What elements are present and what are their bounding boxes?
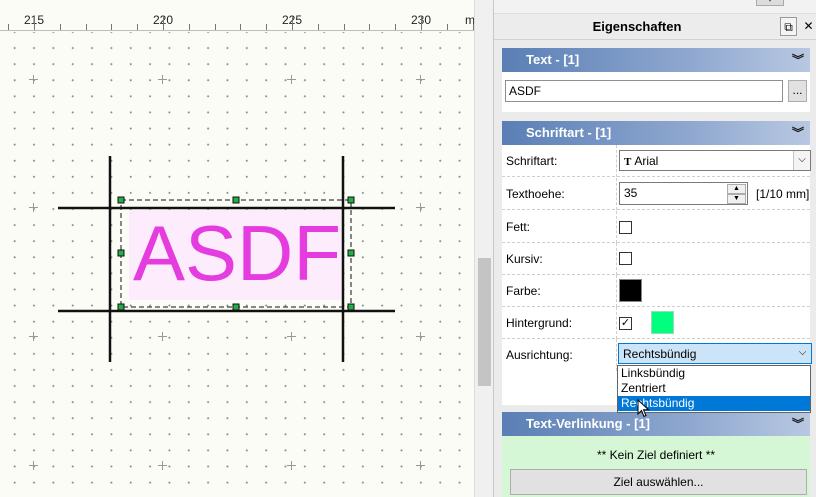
font-combo[interactable]: T Arial ⌵	[619, 150, 811, 171]
resize-handle[interactable]	[232, 303, 240, 311]
prop-label: Texthoehe:	[506, 187, 565, 201]
text-section-header[interactable]: Text - [1] ︾	[502, 48, 810, 72]
prop-row-background: Hintergrund: ✓	[502, 307, 810, 339]
alignment-combo[interactable]: Rechtsbündig ⌵	[618, 343, 812, 364]
collapse-chevron-icon[interactable]: ︾	[792, 124, 804, 141]
text-color-swatch[interactable]	[619, 279, 642, 302]
text-height-stepper[interactable]: 35 ▲ ▼	[619, 182, 748, 205]
resize-handle[interactable]	[117, 196, 125, 204]
resize-handle[interactable]	[347, 249, 355, 257]
font-section-header[interactable]: Schriftart - [1] ︾	[502, 121, 810, 145]
link-section-body: ** Kein Ziel definiert ** Ziel auswählen…	[502, 436, 810, 497]
no-target-text: ** Kein Ziel definiert **	[596, 448, 716, 462]
prop-label: Hintergrund:	[506, 316, 573, 330]
properties-panel: ▾ Eigenschaften ⧉ ✕ Text - [1] ︾ ASDF ..…	[493, 0, 816, 497]
resize-handle[interactable]	[232, 196, 240, 204]
prop-label: Kursiv:	[506, 252, 543, 266]
chevron-down-icon[interactable]: ⌵	[794, 344, 811, 363]
mouse-cursor-icon	[637, 399, 650, 418]
chevron-down-icon[interactable]: ⌵	[793, 151, 810, 170]
background-color-swatch[interactable]	[651, 311, 674, 334]
prop-label: Farbe:	[506, 284, 541, 298]
spin-up-icon[interactable]: ▲	[727, 184, 746, 194]
dropdown-option[interactable]: Linksbündig	[618, 366, 810, 381]
resize-handle[interactable]	[117, 249, 125, 257]
prop-row-height: Texthoehe: 35 ▲ ▼ [1/10 mm]	[502, 178, 810, 210]
prop-label: Fett:	[506, 220, 531, 234]
background-checkbox[interactable]: ✓	[619, 317, 632, 330]
spin-down-icon[interactable]: ▼	[727, 194, 746, 204]
text-object-drawing[interactable]: ASDF	[0, 0, 474, 497]
bold-checkbox[interactable]	[619, 221, 632, 234]
prop-row-bold: Fett:	[502, 211, 810, 243]
height-unit: [1/10 mm]	[756, 187, 810, 201]
resize-handle[interactable]	[347, 303, 355, 311]
prop-label: Schriftart:	[506, 154, 558, 168]
prop-label: Ausrichtung:	[506, 348, 573, 362]
truetype-icon: T	[624, 156, 632, 168]
resize-handle[interactable]	[117, 303, 125, 311]
browse-button[interactable]: ...	[788, 80, 807, 102]
toolbar-dropdown-button[interactable]: ▾	[756, 0, 784, 6]
scrollbar-thumb[interactable]	[478, 258, 491, 386]
section-title: Text-Verlinkung - [1]	[526, 416, 650, 431]
collapse-chevron-icon[interactable]: ︾	[792, 415, 804, 432]
toolbar-strip: ▾	[494, 0, 816, 14]
text-section-body: ASDF ...	[502, 72, 810, 112]
resize-handle[interactable]	[347, 196, 355, 204]
prop-row-color: Farbe:	[502, 275, 810, 307]
drawing-canvas[interactable]: 215 220 225 230 mm ASDF	[0, 0, 474, 497]
section-title: Text - [1]	[526, 52, 580, 67]
pin-icon[interactable]: ⧉	[780, 17, 797, 36]
link-section-header[interactable]: Text-Verlinkung - [1] ︾	[502, 412, 810, 436]
panel-header: Eigenschaften ⧉ ✕	[494, 14, 816, 40]
prop-row-font: Schriftart: T Arial ⌵	[502, 145, 811, 177]
font-value: Arial	[634, 154, 659, 168]
close-icon[interactable]: ✕	[800, 17, 816, 36]
italic-checkbox[interactable]	[619, 252, 632, 265]
prop-row-italic: Kursiv:	[502, 243, 810, 275]
canvas-text-asdf[interactable]: ASDF	[133, 209, 341, 297]
vertical-scrollbar[interactable]	[474, 0, 493, 497]
dropdown-option[interactable]: Zentriert	[618, 381, 810, 396]
height-value: 35	[624, 186, 638, 200]
alignment-value: Rechtsbündig	[623, 347, 697, 361]
text-value-input[interactable]: ASDF	[505, 80, 783, 102]
collapse-chevron-icon[interactable]: ︾	[792, 51, 804, 68]
section-title: Schriftart - [1]	[526, 125, 612, 140]
panel-title: Eigenschaften	[592, 19, 682, 34]
select-target-button[interactable]: Ziel auswählen...	[510, 469, 807, 495]
